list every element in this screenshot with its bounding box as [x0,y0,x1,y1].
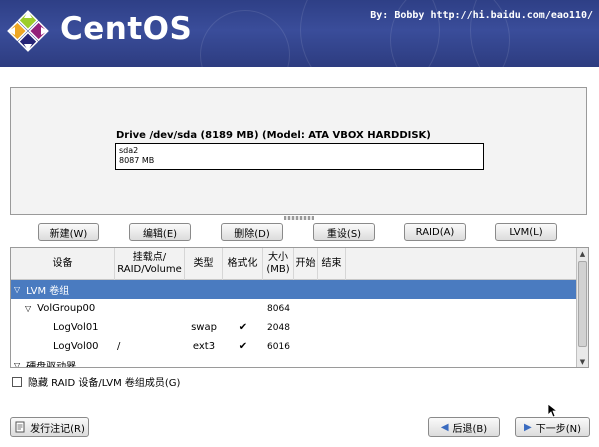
partition-size: 8087 MB [119,156,155,165]
cell-mount [117,299,185,318]
back-button[interactable]: ◀ 后退(B) [428,417,500,437]
back-label: 后退(B) [452,423,488,435]
reset-button[interactable]: 重设(S) [313,223,375,241]
next-label: 下一步(N) [535,423,581,435]
cell-start [294,337,318,356]
column-header-end[interactable]: 结束 [318,248,346,280]
cell-format: ✔ [238,322,248,333]
cell-size: 8064 [267,303,290,314]
drive-visualization-panel: Drive /dev/sda (8189 MB) (Model: ATA VBO… [10,87,587,215]
column-header-format[interactable]: 格式化 [223,248,263,280]
cell-type [185,299,223,318]
cell-size: 2048 [267,322,290,333]
column-header-mount[interactable]: 挂载点/ RAID/Volume [115,248,185,280]
banner-decoration [200,10,290,67]
device-label: LogVol01 [53,322,99,333]
table-header: 设备 挂载点/ RAID/Volume 类型 格式化 大小 (MB) 开始 结束 [11,248,577,280]
cell-size: 6016 [267,341,290,352]
cell-mount: / [117,341,121,352]
table-row[interactable]: ▽ LVM 卷组 [11,280,577,299]
cell-device: ▽ LVM 卷组 [14,280,115,299]
new-button[interactable]: 新建(W) [38,223,99,241]
cell-mount [117,280,185,299]
cell-mount [117,356,185,367]
cell-start [294,280,318,299]
column-header-size[interactable]: 大小 (MB) [263,248,294,280]
cell-type [185,356,223,367]
scrollbar-thumb[interactable] [578,261,587,347]
cell-format: ✔ [238,341,248,352]
expander-toggle-icon[interactable]: ▽ [14,285,20,294]
scroll-down-icon[interactable]: ▼ [577,356,588,367]
cell-end [318,337,346,356]
cell-size [263,356,294,367]
release-notes-button[interactable]: 发行注记(R) [10,417,89,437]
device-label: LogVol00 [53,341,99,352]
cell-type: swap [191,322,217,333]
mouse-pointer-icon [548,404,558,418]
delete-button[interactable]: 删除(D) [221,223,283,241]
hide-raid-label: 隐藏 RAID 设备/LVM 卷组成员(G) [28,378,181,389]
cell-end [318,280,346,299]
cell-size [263,280,294,299]
cell-type [185,280,223,299]
partition-name: sda2 [119,146,139,155]
arrow-left-icon: ◀ [440,421,449,433]
cell-device: ▽ 硬盘驱动器 [14,356,115,368]
column-header-device[interactable]: 设备 [11,248,115,280]
cell-end [318,356,346,367]
cell-format [223,299,263,318]
expander-toggle-icon[interactable]: ▽ [14,361,20,367]
device-label: LVM 卷组 [26,286,70,297]
cell-mount [117,318,185,337]
cell-format [223,356,263,367]
device-label: 硬盘驱动器 [26,362,77,368]
column-header-type[interactable]: 类型 [185,248,223,280]
table-row[interactable]: LogVol00 / ext3 ✔ 6016 [11,337,577,356]
hide-raid-checkbox[interactable] [12,376,22,387]
table-row[interactable]: ▽ VolGroup00 8064 [11,299,577,318]
cell-device: ▽ VolGroup00 [25,299,115,318]
drive-title: Drive /dev/sda (8189 MB) (Model: ATA VBO… [116,130,431,141]
cell-start [294,356,318,367]
edit-button[interactable]: 编辑(E) [129,223,191,241]
cell-end [318,318,346,337]
table-row[interactable]: ▽ 硬盘驱动器 [11,356,577,368]
table-row[interactable]: LogVol01 swap ✔ 2048 [11,318,577,337]
cell-device: LogVol00 [53,337,115,356]
partition-table: 设备 挂载点/ RAID/Volume 类型 格式化 大小 (MB) 开始 结束… [10,247,589,368]
device-label: VolGroup00 [37,303,96,314]
hide-raid-option[interactable]: 隐藏 RAID 设备/LVM 卷组成员(G) [12,374,180,389]
cell-format [223,280,263,299]
partition-bar[interactable]: sda2 8087 MB [115,143,484,170]
next-button[interactable]: ▶ 下一步(N) [515,417,590,437]
cell-end [318,299,346,318]
arrow-right-icon: ▶ [524,421,532,433]
column-header-start[interactable]: 开始 [294,248,318,280]
scroll-up-icon[interactable]: ▲ [577,248,588,259]
expander-toggle-icon[interactable]: ▽ [25,304,31,313]
header-banner: CentOS By: Bobby http://hi.baidu.com/eao… [0,0,599,67]
table-scrollbar[interactable]: ▲ ▼ [576,248,588,367]
cell-start [294,299,318,318]
release-notes-label: 发行注记(R) [30,423,85,435]
raid-button[interactable]: RAID(A) [404,223,466,241]
notes-icon [15,421,25,433]
credit-text: By: Bobby http://hi.baidu.com/eao110/ [370,10,593,21]
centos-logo-icon [7,10,49,52]
pane-resize-handle[interactable] [284,216,314,220]
cell-device: LogVol01 [53,318,115,337]
cell-type: ext3 [192,341,216,352]
cell-start [294,318,318,337]
lvm-button[interactable]: LVM(L) [495,223,557,241]
brand-name: CentOS [60,11,193,47]
